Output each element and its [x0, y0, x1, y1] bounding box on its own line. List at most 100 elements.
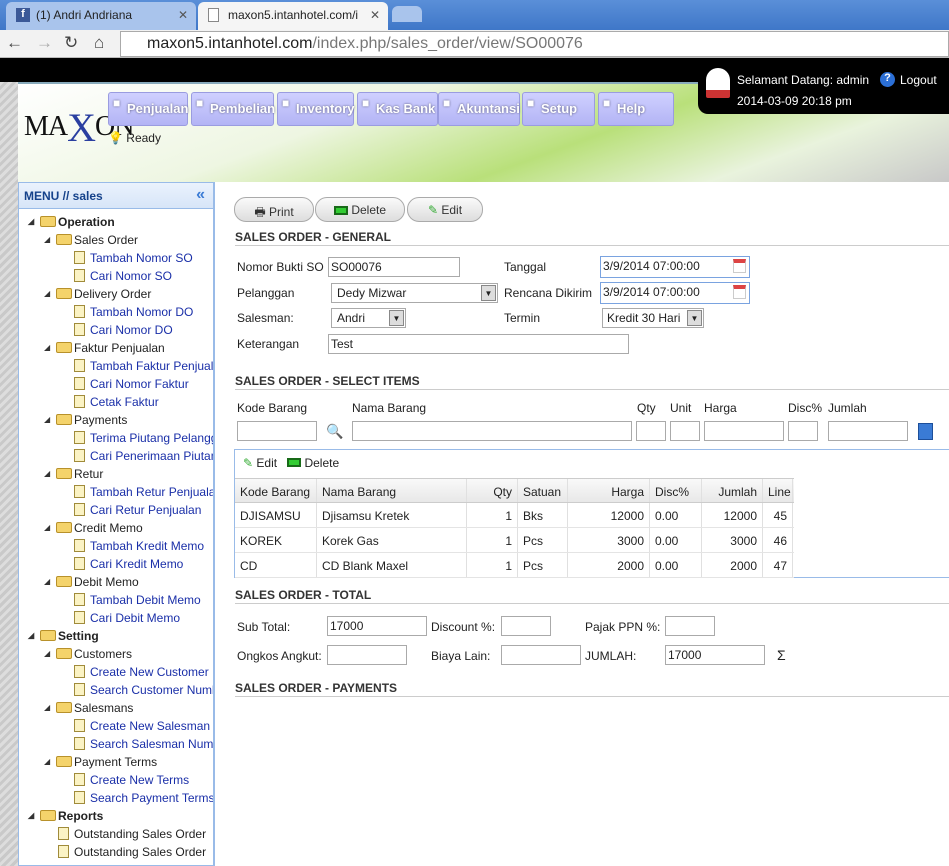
sidebar-folder[interactable]: ◢ Retur [44, 465, 103, 483]
sidebar-folder[interactable]: ◢ Reports [28, 807, 103, 825]
sidebar-item[interactable]: Cari Nomor SO [74, 267, 172, 285]
print-button[interactable]: 🖶 Print [234, 197, 314, 222]
expand-arrow-icon[interactable]: ◢ [44, 285, 50, 303]
sidebar-folder[interactable]: ◢ Salesmans [44, 699, 133, 717]
menu-inventory[interactable]: ■ Inventory [277, 92, 355, 126]
sidebar-item[interactable]: Search Customer Number [74, 681, 213, 699]
sidebar-item[interactable]: Outstanding Sales Order [58, 843, 206, 859]
pelanggan-select[interactable]: Dedy Mizwar ▼ [331, 283, 498, 303]
expand-arrow-icon[interactable]: ◢ [44, 573, 50, 591]
disc-input[interactable] [788, 421, 818, 441]
expand-arrow-icon[interactable]: ◢ [44, 645, 50, 663]
expand-arrow-icon[interactable]: ◢ [28, 627, 34, 645]
sidebar-folder[interactable]: ◢ Credit Memo [44, 519, 143, 537]
expand-arrow-icon[interactable]: ◢ [44, 411, 50, 429]
ongkos-input[interactable] [327, 645, 407, 665]
sidebar-item[interactable]: Tambah Debit Memo [74, 591, 201, 609]
keterangan-input[interactable]: Test [328, 334, 629, 354]
menu-penjualan[interactable]: ■ Penjualan [108, 92, 188, 126]
column-header[interactable]: Qty [467, 479, 518, 502]
column-header[interactable]: Harga [568, 479, 650, 502]
sidebar-folder[interactable]: ◢ Setting [28, 627, 99, 645]
column-header[interactable]: Jumlah [702, 479, 763, 502]
expand-arrow-icon[interactable]: ◢ [28, 213, 34, 231]
logout-link[interactable]: Logout [900, 73, 937, 87]
sidebar-item[interactable]: Outstanding Sales Order [58, 825, 206, 843]
table-row[interactable]: CD CD Blank Maxel 1 Pcs 2000 0.00 2000 47 [235, 553, 794, 578]
sidebar-folder[interactable]: ◢ Payments [44, 411, 127, 429]
sidebar-folder[interactable]: ◢ Payment Terms [44, 753, 157, 771]
calendar-icon[interactable] [733, 285, 746, 299]
tanggal-input[interactable]: 3/9/2014 07:00:00 [600, 256, 750, 278]
sidebar-folder[interactable]: ◢ Customers [44, 645, 132, 663]
new-tab-button[interactable] [392, 6, 422, 22]
sidebar-item[interactable]: Tambah Nomor SO [74, 249, 193, 267]
save-icon[interactable] [918, 423, 933, 440]
sidebar-item[interactable]: Cari Nomor Faktur [74, 375, 189, 393]
url-input[interactable]: maxon5.intanhotel.com/index.php/sales_or… [120, 31, 949, 57]
discount-input[interactable] [501, 616, 551, 636]
menu-akuntansi[interactable]: ■ Akuntansi [438, 92, 520, 126]
menu-kas-bank[interactable]: ■ Kas Bank [357, 92, 438, 126]
grid-edit-button[interactable]: Edit [256, 456, 277, 470]
column-header[interactable]: Satuan [518, 479, 568, 502]
back-icon[interactable]: ← [6, 33, 23, 53]
nomor-input[interactable]: SO00076 [328, 257, 460, 277]
expand-arrow-icon[interactable]: ◢ [28, 807, 34, 825]
menu-pembelian[interactable]: ■ Pembelian [191, 92, 275, 126]
pajak-input[interactable] [665, 616, 715, 636]
sigma-icon[interactable]: Σ [777, 647, 786, 663]
calendar-icon[interactable] [733, 259, 746, 273]
column-header[interactable]: Kode Barang [235, 479, 317, 502]
termin-select[interactable]: Kredit 30 Hari ▼ [602, 308, 704, 328]
sidebar-item[interactable]: Cari Debit Memo [74, 609, 180, 627]
biaya-input[interactable] [501, 645, 581, 665]
sidebar-item[interactable]: Search Payment Terms [74, 789, 213, 807]
sidebar-item[interactable]: Tambah Nomor DO [74, 303, 193, 321]
column-header[interactable]: Nama Barang [317, 479, 467, 502]
expand-arrow-icon[interactable]: ◢ [44, 519, 50, 537]
collapse-icon[interactable]: « [196, 186, 205, 204]
sidebar-item[interactable]: Cari Retur Penjualan [74, 501, 201, 519]
sidebar-item[interactable]: Tambah Retur Penjualan [74, 483, 213, 501]
sidebar-folder[interactable]: ◢ Operation [28, 213, 115, 231]
sidebar-item[interactable]: Tambah Faktur Penjualan [74, 357, 213, 375]
sidebar-item[interactable]: Create New Salesman [74, 717, 210, 735]
sidebar-folder[interactable]: ◢ Faktur Penjualan [44, 339, 165, 357]
expand-arrow-icon[interactable]: ◢ [44, 753, 50, 771]
sidebar-item[interactable]: Create New Customer [74, 663, 209, 681]
column-header[interactable]: Line [763, 479, 793, 502]
forward-icon[interactable]: → [36, 33, 53, 53]
chevron-down-icon[interactable]: ▼ [481, 285, 496, 301]
table-row[interactable]: KOREK Korek Gas 1 Pcs 3000 0.00 3000 46 [235, 528, 794, 553]
jumlah-total-input[interactable]: 17000 [665, 645, 765, 665]
rencana-input[interactable]: 3/9/2014 07:00:00 [600, 282, 750, 304]
reload-icon[interactable]: ↻ [64, 33, 78, 53]
sidebar-item[interactable]: Cetak Faktur [74, 393, 159, 411]
sidebar-item[interactable]: Search Salesman Number [74, 735, 213, 753]
nama-input[interactable] [352, 421, 632, 441]
chevron-down-icon[interactable]: ▼ [687, 310, 702, 326]
subtotal-input[interactable]: 17000 [327, 616, 427, 636]
sidebar-item[interactable]: Tambah Kredit Memo [74, 537, 204, 555]
sidebar-item[interactable]: Create New Terms [74, 771, 189, 789]
tab-facebook[interactable]: f (1) Andri Andriana ✕ [6, 2, 196, 30]
sidebar-folder[interactable]: ◢ Delivery Order [44, 285, 151, 303]
sidebar-item[interactable]: Terima Piutang Pelanggan [74, 429, 213, 447]
jumlah-input[interactable] [828, 421, 908, 441]
sidebar-item[interactable]: Cari Nomor DO [74, 321, 173, 339]
home-icon[interactable]: ⌂ [94, 33, 104, 53]
search-icon[interactable]: 🔍 [326, 423, 343, 440]
delete-button[interactable]: Delete [315, 197, 405, 222]
sidebar-item[interactable]: Cari Penerimaan Piutang [74, 447, 213, 465]
kode-input[interactable] [237, 421, 317, 441]
expand-arrow-icon[interactable]: ◢ [44, 699, 50, 717]
sidebar-item[interactable]: Cari Kredit Memo [74, 555, 183, 573]
column-header[interactable]: Disc% [650, 479, 702, 502]
expand-arrow-icon[interactable]: ◢ [44, 231, 50, 249]
close-tab-icon[interactable]: ✕ [178, 8, 188, 22]
edit-button[interactable]: ✎ Edit [407, 197, 483, 222]
chevron-down-icon[interactable]: ▼ [389, 310, 404, 326]
menu-setup[interactable]: ■ Setup [522, 92, 595, 126]
grid-delete-button[interactable]: Delete [304, 456, 339, 470]
